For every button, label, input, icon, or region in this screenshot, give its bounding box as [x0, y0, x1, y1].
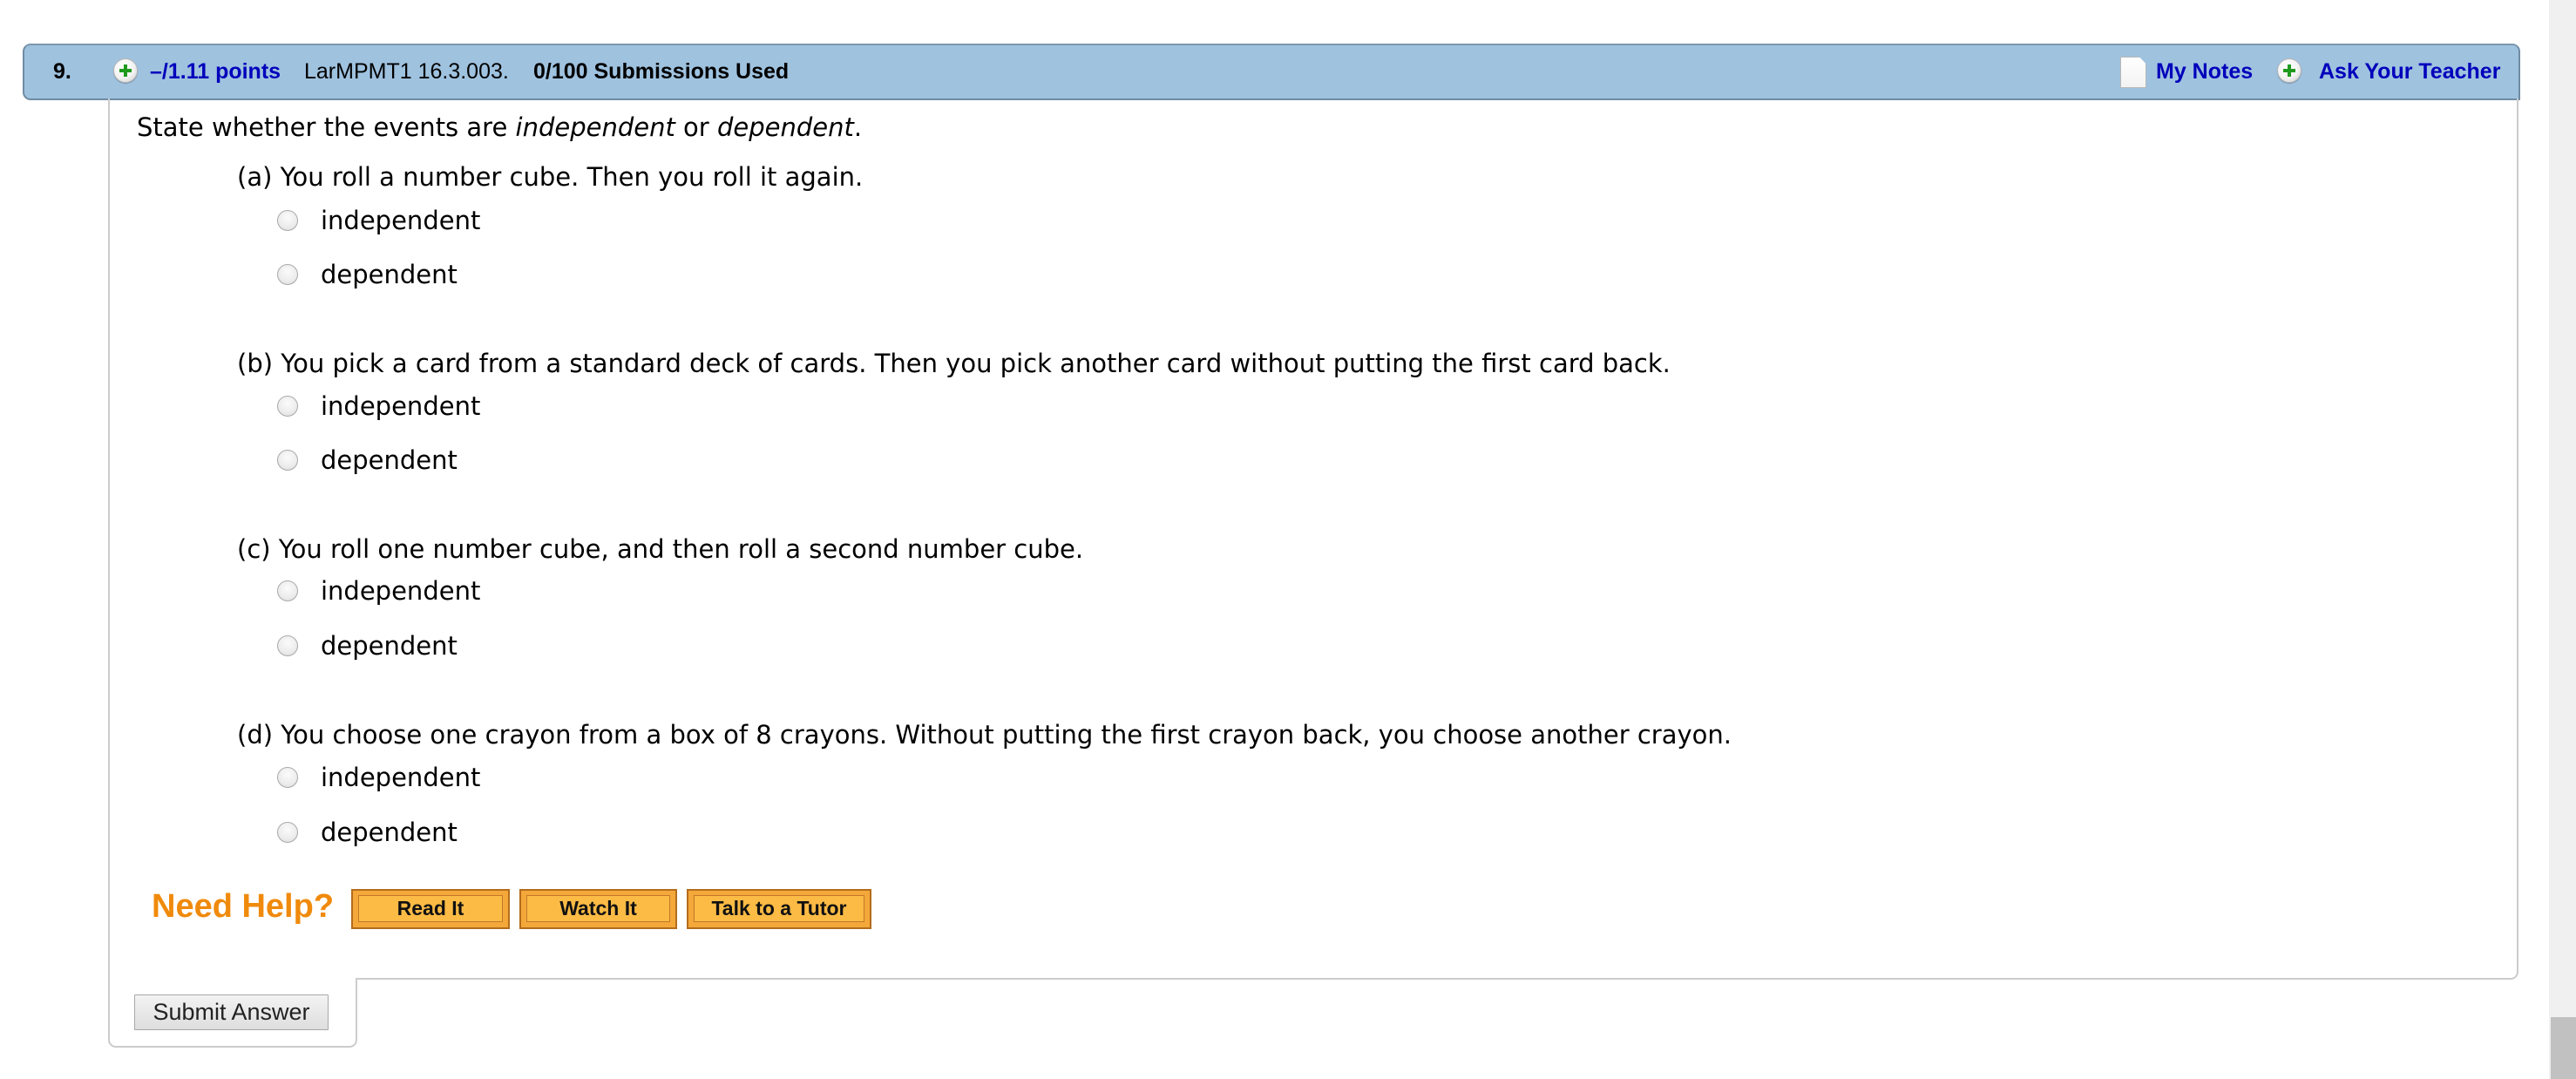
submissions-used: 0/100 Submissions Used	[533, 59, 790, 84]
part-b-option-dependent[interactable]: dependent	[277, 445, 458, 475]
part-a-option-independent[interactable]: independent	[277, 206, 480, 235]
submit-answer-button[interactable]: Submit Answer	[134, 994, 329, 1030]
prompt-text: State whether the events are	[137, 112, 516, 142]
radio-button[interactable]	[277, 450, 298, 471]
prompt-text: or	[675, 112, 717, 142]
question-prompt: State whether the events are independent…	[137, 112, 862, 142]
watch-it-label: Watch It	[526, 895, 670, 922]
talk-to-tutor-label: Talk to a Tutor	[694, 895, 864, 922]
read-it-label: Read It	[358, 895, 503, 922]
problem-code: LarMPMT1 16.3.003.	[304, 59, 509, 84]
option-label: dependent	[321, 445, 458, 475]
radio-button[interactable]	[277, 210, 298, 231]
scrollbar-thumb[interactable]	[2551, 1017, 2576, 1079]
plus-circle-icon[interactable]	[2277, 58, 2301, 83]
radio-button[interactable]	[277, 767, 298, 788]
question-number: 9.	[53, 59, 71, 84]
part-b-option-independent[interactable]: independent	[277, 391, 480, 421]
radio-button[interactable]	[277, 635, 298, 656]
radio-button[interactable]	[277, 822, 298, 843]
need-help-label: Need Help?	[152, 888, 335, 925]
part-b-question: (b) You pick a card from a standard deck…	[237, 349, 1671, 378]
my-notes-link[interactable]: My Notes	[2156, 59, 2253, 85]
radio-button[interactable]	[277, 396, 298, 417]
watch-it-button[interactable]: Watch It	[519, 889, 677, 929]
read-it-button[interactable]: Read It	[351, 889, 510, 929]
prompt-text: .	[853, 112, 863, 142]
part-d-option-dependent[interactable]: dependent	[277, 818, 458, 847]
vertical-scrollbar[interactable]	[2549, 0, 2576, 1079]
part-c-option-dependent[interactable]: dependent	[277, 631, 458, 661]
option-label: independent	[321, 391, 481, 421]
option-label: independent	[321, 206, 481, 235]
radio-button[interactable]	[277, 580, 298, 601]
option-label: independent	[321, 763, 481, 792]
part-d-question: (d) You choose one crayon from a box of …	[237, 720, 1732, 750]
plus-circle-icon[interactable]	[113, 58, 138, 83]
prompt-term-independent: independent	[515, 112, 675, 142]
part-a-option-dependent[interactable]: dependent	[277, 260, 458, 289]
option-label: dependent	[321, 631, 458, 661]
part-c-question: (c) You roll one number cube, and then r…	[237, 534, 1084, 564]
option-label: independent	[321, 576, 481, 606]
part-c-option-independent[interactable]: independent	[277, 576, 480, 606]
talk-to-tutor-button[interactable]: Talk to a Tutor	[687, 889, 871, 929]
prompt-term-dependent: dependent	[716, 112, 854, 142]
points-link[interactable]: –/1.11 points	[150, 59, 281, 85]
option-label: dependent	[321, 260, 458, 289]
tab-joint	[110, 976, 356, 980]
ask-your-teacher-link[interactable]: Ask Your Teacher	[2319, 59, 2500, 85]
part-a-question: (a) You roll a number cube. Then you rol…	[237, 162, 864, 192]
part-d-option-independent[interactable]: independent	[277, 763, 480, 792]
option-label: dependent	[321, 818, 458, 847]
question-header: 9. –/1.11 points LarMPMT1 16.3.003. 0/10…	[23, 44, 2520, 100]
notes-document-icon[interactable]	[2120, 57, 2146, 88]
radio-button[interactable]	[277, 264, 298, 285]
